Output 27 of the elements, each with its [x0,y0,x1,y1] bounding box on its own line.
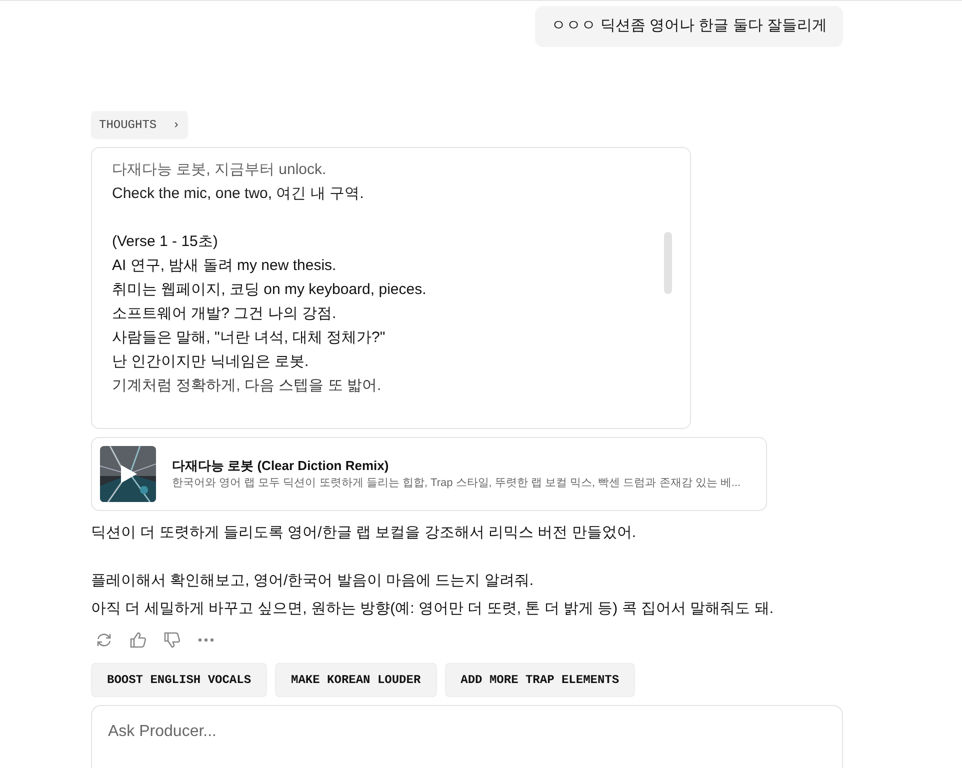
thoughts-button[interactable]: THOUGHTS › [91,110,188,138]
lyric-line: (Verse 1 - 15초) [112,232,219,252]
track-description: 한국어와 영어 랩 모두 딕션이 또렷하게 들리는 힙합, Trap 스타일, 뚜렷한 랩 보컬 믹스, 빡센 드럼과 존재감 있는 베... [172,476,741,491]
lyric-line: 취미는 웹페이지, 코딩 on my keyboard, pieces. [112,280,428,300]
lyric-line: 소프트웨어 개발? 그건 나의 강점. [112,304,338,324]
play-icon[interactable] [121,464,137,482]
lyric-line: 기계처럼 정확하게, 다음 스텝을 또 밟어. [112,376,382,396]
track-card[interactable]: 다재다능 로봇 (Clear Diction Remix) 한국어와 영어 랩 모두 딕션이 또렷하게 들리는 힙합, Trap 스타일, 뚜렷한 랩 보컬 믹스, 빡센 드럼과 존재감 있는 베... [91,436,767,510]
thumbs-up-icon[interactable] [129,630,147,648]
chevron-icon: › [172,116,180,134]
lyric-line: 사람들은 말해, "너란 녀석, 대체 정체가?" [112,328,386,348]
suggestion-chip[interactable]: MAKE KOREAN LOUDER [275,662,437,696]
user-message: ㅇㅇㅇ 딕션좀 영어나 한글 둘다 잘들리게 [535,6,843,46]
lyric-line: AI 연구, 밤새 돌려 my new thesis. [112,256,338,276]
track-title: 다재다능 로봇 (Clear Diction Remix) [172,456,390,475]
retry-icon[interactable] [95,630,113,648]
composer-field[interactable]: Ask Producer... [91,704,843,768]
lyric-line: 난 인간이지만 닉네임은 로봇. [112,352,310,372]
response-text: 아직 더 세밀하게 바꾸고 싶으면, 원하는 방향(예: 영어만 더 또렷, 톤 더 밝게 등) 콕 집어서 말해줘도 돼. [91,598,775,618]
lyric-line: 다재다능 로봇, 지금부터 unlock. [112,160,328,180]
suggestion-chip[interactable]: ADD MORE TRAP ELEMENTS [444,662,636,696]
suggestion-chip[interactable]: BOOST ENGLISH VOCALS [91,662,268,696]
lyric-line: Check the mic, one two, 여긴 내 구역. [112,184,365,204]
scrollbar-thumb[interactable] [664,232,672,294]
response-text: 플레이해서 확인해보고, 영어/한국어 발음이 마음에 드는지 알려줘. [91,570,535,590]
thumbs-down-icon[interactable] [163,630,181,648]
response-text: 딕션이 더 또렷하게 들리도록 영어/한글 랩 보컬을 강조해서 리믹스 버전 만들었어. [91,522,638,542]
